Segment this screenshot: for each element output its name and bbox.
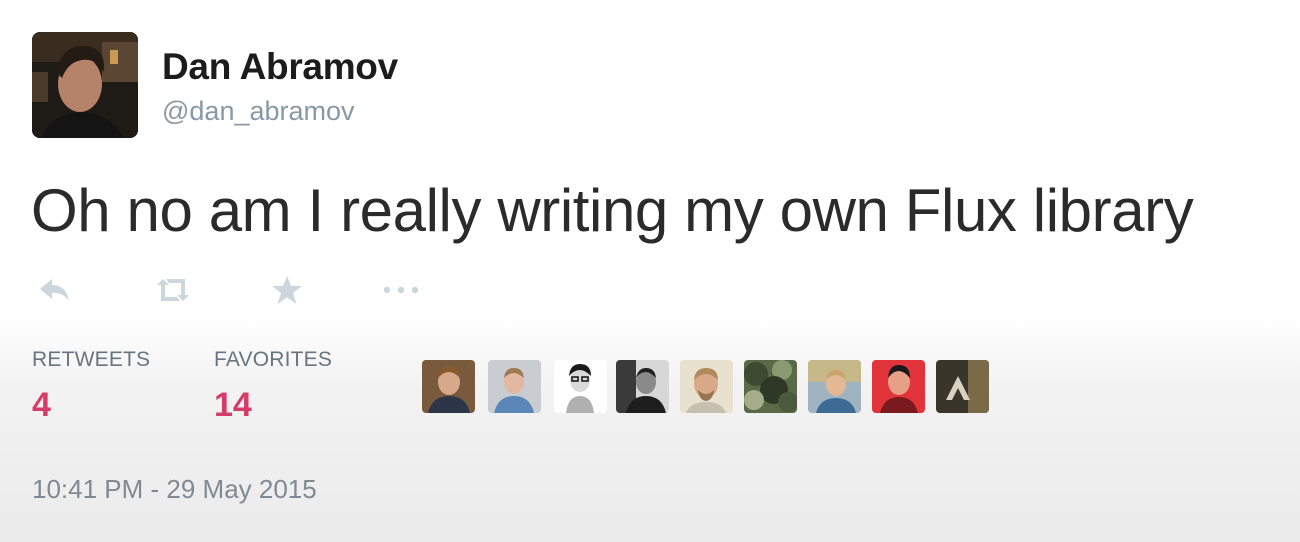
favoriter-avatar[interactable] — [616, 360, 669, 413]
tweet-card: Dan Abramov @dan_abramov Oh no am I real… — [0, 0, 1300, 542]
favoriter-avatar[interactable] — [680, 360, 733, 413]
favorite-button[interactable] — [264, 270, 310, 310]
favorites-stat[interactable]: FAVORITES 14 — [214, 348, 332, 425]
tweet-timestamp[interactable]: 10:41 PM - 29 May 2015 — [32, 474, 317, 505]
reply-button[interactable] — [32, 270, 78, 310]
retweet-icon — [157, 279, 189, 301]
retweet-button[interactable] — [150, 270, 196, 310]
favoriter-avatar[interactable] — [936, 360, 989, 413]
favorites-label: FAVORITES — [214, 348, 333, 371]
author-avatar[interactable] — [32, 32, 138, 138]
favoriter-avatar[interactable] — [872, 360, 925, 413]
favoriter-avatar[interactable] — [744, 360, 797, 413]
retweets-stat[interactable]: RETWEETS 4 — [32, 348, 150, 425]
retweets-count: 4 — [32, 386, 51, 424]
favoriter-avatar[interactable] — [422, 360, 475, 413]
more-dots-icon — [383, 286, 419, 294]
reply-icon — [40, 279, 69, 301]
favoriter-avatar[interactable] — [488, 360, 541, 413]
favorites-count: 14 — [214, 386, 252, 424]
favoriter-avatar[interactable] — [554, 360, 607, 413]
author-name[interactable]: Dan Abramov — [162, 46, 398, 88]
retweets-label: RETWEETS — [32, 348, 151, 371]
tweet-text: Oh no am I really writing my own Flux li… — [31, 177, 1194, 244]
author-handle[interactable]: @dan_abramov — [162, 96, 355, 127]
more-options-button[interactable] — [378, 270, 424, 310]
favorite-star-icon — [272, 276, 302, 304]
favoriter-avatar[interactable] — [808, 360, 861, 413]
